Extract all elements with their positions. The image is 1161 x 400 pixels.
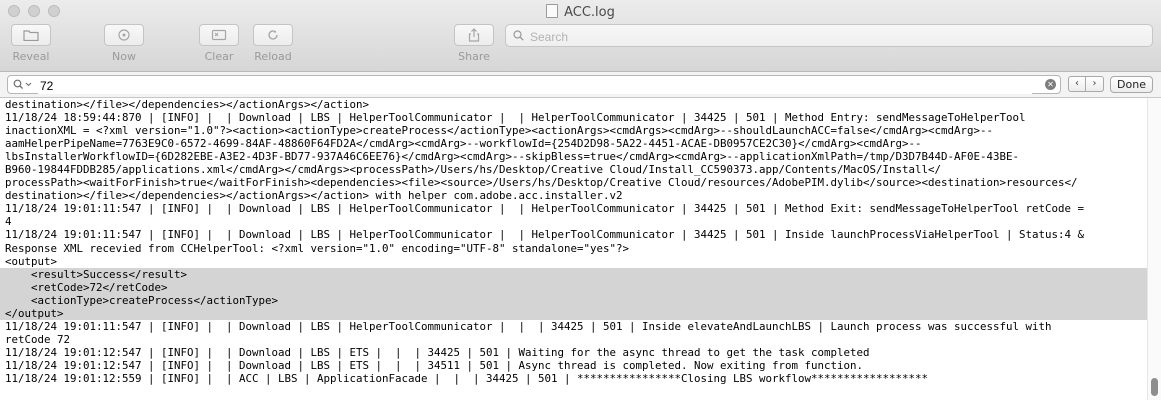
reload-label: Reload: [254, 50, 292, 63]
search-match-highlight: <result>Success</result> <retCode>72</re…: [0, 267, 1147, 320]
find-next-button[interactable]: ›: [1086, 76, 1104, 92]
reload-item: Reload: [252, 24, 294, 63]
now-button[interactable]: [104, 24, 144, 46]
log-text-after: 11/18/24 19:01:11:547 | [INFO] | | Downl…: [5, 319, 1052, 385]
reveal-button[interactable]: [11, 24, 51, 46]
log-text-before: destination></file></dependencies></acti…: [5, 98, 1085, 268]
folder-icon: [23, 30, 39, 41]
find-navigation: ‹ ›: [1068, 76, 1104, 92]
reveal-label: Reveal: [12, 50, 50, 63]
search-field[interactable]: [505, 24, 1153, 47]
log-view[interactable]: destination></file></dependencies></acti…: [0, 98, 1147, 400]
done-button[interactable]: Done: [1110, 76, 1153, 93]
vertical-scrollbar[interactable]: [1147, 98, 1161, 400]
share-item: Share: [453, 24, 495, 63]
find-input[interactable]: [38, 77, 1032, 94]
document-icon: [546, 4, 559, 18]
clear-log-icon: [211, 29, 227, 41]
share-icon: [468, 28, 480, 42]
clear-button[interactable]: [199, 24, 239, 46]
clear-search-icon[interactable]: ✕: [1045, 79, 1056, 90]
find-search-icon: [13, 79, 32, 90]
window-toolbar: ACC.log Reveal Now Clear Reload Share: [0, 0, 1161, 72]
find-field[interactable]: ✕: [7, 75, 1061, 94]
now-item: Now: [103, 24, 145, 63]
search-input[interactable]: [528, 27, 1132, 46]
clear-label: Clear: [204, 50, 234, 63]
now-label: Now: [112, 50, 136, 63]
window-title: ACC.log: [0, 4, 1161, 20]
target-icon: [118, 29, 130, 41]
reload-button[interactable]: [253, 24, 293, 46]
search-icon: [513, 30, 524, 41]
share-label: Share: [458, 50, 490, 63]
clear-item: Clear: [198, 24, 240, 63]
log-text-highlighted: <result>Success</result> <retCode>72</re…: [0, 267, 1147, 320]
window-title-text: ACC.log: [564, 5, 615, 20]
scrollbar-thumb[interactable]: [1151, 378, 1158, 396]
find-bar: ✕ ‹ › Done: [0, 72, 1161, 98]
find-previous-button[interactable]: ‹: [1068, 76, 1086, 92]
reveal-item: Reveal: [10, 24, 52, 63]
reload-icon: [268, 30, 278, 40]
share-button[interactable]: [454, 24, 494, 46]
